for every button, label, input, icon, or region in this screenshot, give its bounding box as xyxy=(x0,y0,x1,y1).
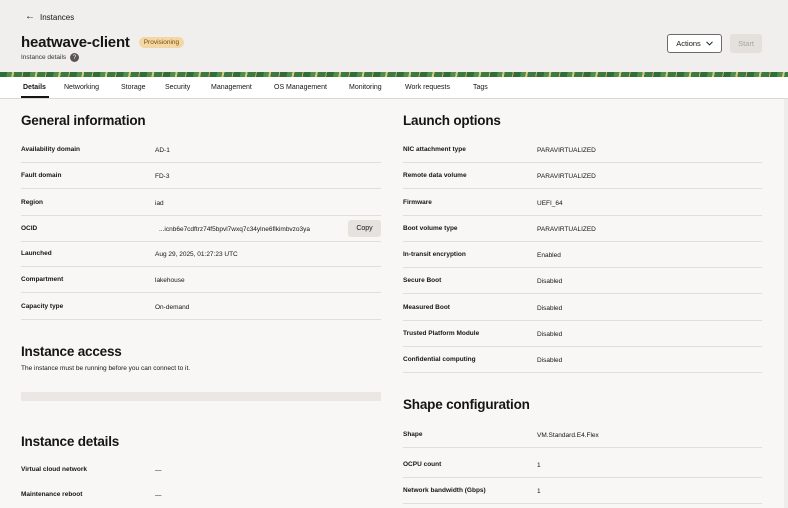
chevron-down-icon xyxy=(705,41,713,46)
detail-value: PARAVIRTUALIZED xyxy=(537,173,596,180)
detail-row: In-transit encryption Enabled xyxy=(403,242,762,268)
detail-value: PARAVIRTUALIZED xyxy=(537,226,596,233)
page-header: ← Instances heatwave-client Provisioning… xyxy=(0,0,788,72)
ocid-value: ...icnb6e7cdftrz74f5bpvl7wxq7c34ylne6flk… xyxy=(159,226,311,233)
arrow-left-icon: ← xyxy=(25,11,35,22)
detail-row: Fault domain FD-3 xyxy=(21,163,381,189)
help-icon[interactable]: ? xyxy=(70,53,80,62)
detail-label: Measured Boot xyxy=(403,304,450,311)
detail-label: Confidential computing xyxy=(403,356,476,363)
detail-row: Firmware UEFI_64 xyxy=(403,190,762,216)
instance-access-placeholder xyxy=(21,392,381,401)
back-link[interactable]: ← Instances xyxy=(25,12,74,22)
detail-label: Launched xyxy=(21,250,52,257)
detail-value: Disabled xyxy=(537,331,563,338)
detail-label: Firmware xyxy=(403,199,432,206)
detail-value: FD-3 xyxy=(155,173,170,180)
detail-row: Trusted Platform Module Disabled xyxy=(403,321,762,347)
detail-value: 1 xyxy=(537,488,541,495)
tab-tags[interactable]: Tags xyxy=(473,84,488,91)
tab-networking[interactable]: Networking xyxy=(64,84,99,91)
detail-row: Availability domain AD-1 xyxy=(21,137,381,163)
detail-label: NIC attachment type xyxy=(403,146,466,153)
tab-bar: Details Networking Storage Security Mana… xyxy=(0,77,788,99)
detail-label: Compartment xyxy=(21,276,64,283)
active-tab-indicator xyxy=(21,96,49,98)
detail-label: Network bandwidth (Gbps) xyxy=(403,487,486,494)
tab-management[interactable]: Management xyxy=(211,84,252,91)
detail-label: Trusted Platform Module xyxy=(403,330,480,337)
tab-work-requests[interactable]: Work requests xyxy=(405,84,450,91)
detail-label: Region xyxy=(21,199,44,206)
detail-label: Availability domain xyxy=(21,146,80,153)
detail-row-ocid: OCID ...icnb6e7cdftrz74f5bpvl7wxq7c34yln… xyxy=(21,216,381,242)
detail-value: — xyxy=(155,467,162,474)
detail-row: Virtual cloud network — xyxy=(21,457,381,483)
detail-row: Boot volume type PARAVIRTUALIZED xyxy=(403,216,762,242)
detail-value: Aug 29, 2025, 01:27:23 UTC xyxy=(155,251,238,258)
detail-row: NIC attachment type PARAVIRTUALIZED xyxy=(403,137,762,163)
actions-button-label: Actions xyxy=(676,39,701,48)
detail-label: Boot volume type xyxy=(403,225,458,232)
detail-value: PARAVIRTUALIZED xyxy=(537,147,596,154)
title-row: heatwave-client Provisioning xyxy=(21,34,185,51)
detail-label: Secure Boot xyxy=(403,277,442,284)
detail-label: Virtual cloud network xyxy=(21,466,87,473)
detail-row: Remote data volume PARAVIRTUALIZED xyxy=(403,163,762,189)
subtitle-text: Instance details xyxy=(21,54,67,61)
detail-row: OCPU count 1 xyxy=(403,452,762,478)
page-subtitle: Instance details ? xyxy=(21,53,80,62)
tab-security[interactable]: Security xyxy=(165,84,190,91)
detail-row: Shape VM.Standard.E4.Flex xyxy=(403,422,762,448)
start-button[interactable]: Start xyxy=(730,34,762,53)
actions-button[interactable]: Actions xyxy=(667,34,722,53)
general-information-title: General information xyxy=(21,113,146,128)
tab-monitoring[interactable]: Monitoring xyxy=(349,84,382,91)
detail-value: Disabled xyxy=(537,278,563,285)
detail-row: Launched Aug 29, 2025, 01:27:23 UTC xyxy=(21,241,381,267)
detail-value: Enabled xyxy=(537,252,561,259)
detail-value: Disabled xyxy=(537,357,563,364)
copy-button[interactable]: Copy xyxy=(348,220,381,237)
scrollbar-track[interactable] xyxy=(784,99,788,508)
detail-label: OCID xyxy=(21,225,38,232)
detail-label: Shape xyxy=(403,431,423,438)
detail-row: Secure Boot Disabled xyxy=(403,268,762,294)
detail-row: Region iad xyxy=(21,190,381,216)
compartment-link[interactable]: lakehouse xyxy=(155,277,185,284)
status-badge: Provisioning xyxy=(138,37,185,48)
instance-access-note: The instance must be running before you … xyxy=(21,365,191,372)
detail-value: VM.Standard.E4.Flex xyxy=(537,432,599,439)
detail-value: 1 xyxy=(537,462,541,469)
detail-value: Disabled xyxy=(537,305,563,312)
detail-row: Maintenance reboot — xyxy=(21,482,381,508)
detail-value: — xyxy=(155,492,162,499)
detail-label: Capacity type xyxy=(21,303,64,310)
detail-value: AD-1 xyxy=(155,147,170,154)
detail-label: In-transit encryption xyxy=(403,251,466,258)
detail-row: Network bandwidth (Gbps) 1 xyxy=(403,478,762,504)
launch-options-title: Launch options xyxy=(403,113,501,128)
detail-label: Fault domain xyxy=(21,172,62,179)
instance-access-title: Instance access xyxy=(21,344,122,359)
detail-row: Measured Boot Disabled xyxy=(403,295,762,321)
detail-row: Compartment lakehouse xyxy=(21,267,381,293)
detail-value: On-demand xyxy=(155,304,190,311)
tab-storage[interactable]: Storage xyxy=(121,84,146,91)
tab-details[interactable]: Details xyxy=(23,84,46,91)
page-title: heatwave-client xyxy=(21,34,130,51)
detail-row: Capacity type On-demand xyxy=(21,294,381,320)
detail-label: Remote data volume xyxy=(403,172,467,179)
detail-label: OCPU count xyxy=(403,461,442,468)
detail-label: Maintenance reboot xyxy=(21,491,83,498)
back-link-label: Instances xyxy=(40,12,75,22)
detail-row: Confidential computing Disabled xyxy=(403,347,762,373)
instance-details-title: Instance details xyxy=(21,434,120,449)
tab-os-management[interactable]: OS Management xyxy=(274,84,327,91)
shape-configuration-title: Shape configuration xyxy=(403,397,530,412)
detail-value: iad xyxy=(155,200,164,207)
detail-value: UEFI_64 xyxy=(537,200,563,207)
